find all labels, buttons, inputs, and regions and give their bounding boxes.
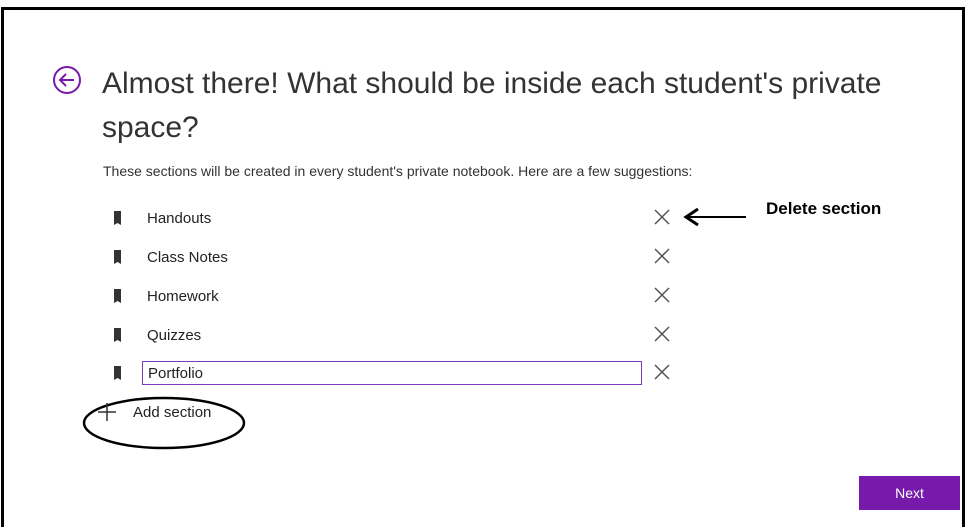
section-label[interactable]: Class Notes (147, 249, 228, 266)
plus-icon (98, 403, 116, 421)
section-label[interactable]: Handouts (147, 210, 211, 227)
section-tab-icon (114, 211, 121, 225)
section-name-input[interactable] (142, 361, 642, 385)
section-tab-icon (114, 250, 121, 264)
close-icon[interactable] (652, 246, 672, 266)
section-tab-icon (114, 366, 121, 380)
add-section-label: Add section (133, 404, 212, 421)
section-label[interactable]: Quizzes (147, 327, 201, 344)
next-button[interactable]: Next (859, 476, 960, 510)
close-icon[interactable] (652, 207, 672, 227)
section-row: Class Notes (0, 242, 968, 272)
annotation-delete-section: Delete section (766, 199, 882, 218)
section-tab-icon (114, 289, 121, 303)
back-button[interactable] (52, 65, 82, 95)
subtitle: These sections will be created in every … (103, 163, 693, 179)
section-row: Homework (0, 281, 968, 311)
close-icon[interactable] (652, 324, 672, 344)
section-row: Quizzes (0, 320, 968, 350)
section-row-editing (0, 358, 968, 388)
close-icon[interactable] (652, 362, 672, 382)
back-arrow-icon (53, 66, 81, 94)
section-tab-icon (114, 328, 121, 342)
section-label[interactable]: Homework (147, 288, 219, 305)
close-icon[interactable] (652, 285, 672, 305)
page-title: Almost there! What should be inside each… (102, 67, 882, 144)
annotation-arrow (683, 207, 746, 227)
